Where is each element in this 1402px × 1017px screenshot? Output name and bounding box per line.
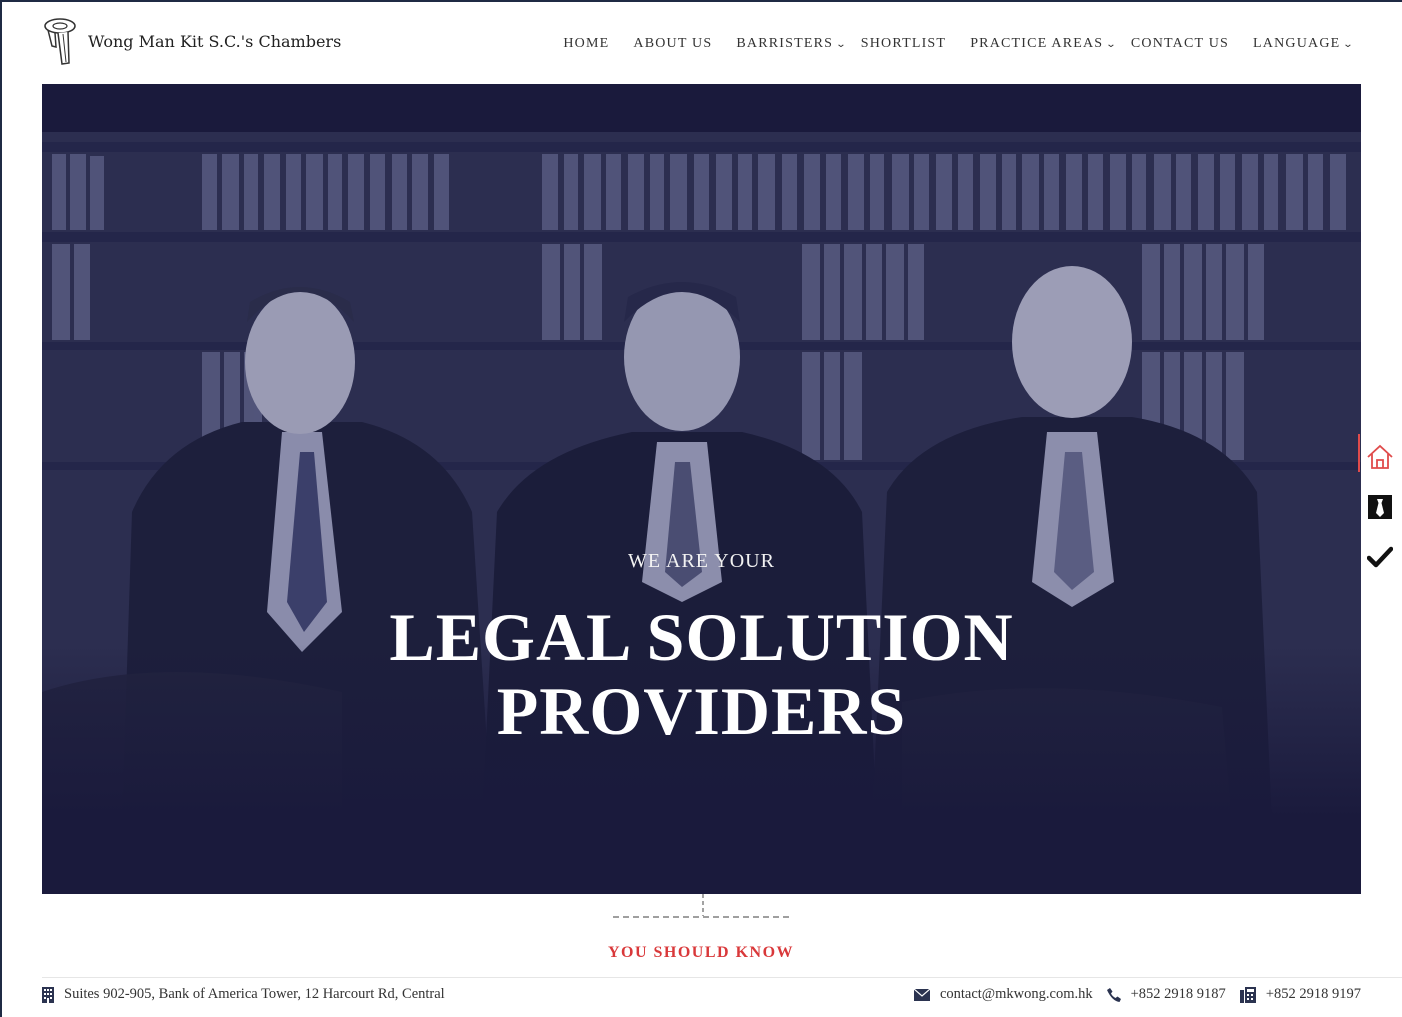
nav-barristers-label: BARRISTERS (736, 36, 834, 51)
envelope-icon (913, 988, 930, 1001)
side-barristers-button[interactable] (1358, 482, 1402, 532)
nav-practice-areas[interactable]: PRACTICE AREAS ⌄ (970, 36, 1117, 52)
nav-contact-us[interactable]: CONTACT US (1131, 36, 1229, 52)
phone-link[interactable]: +852 2918 9187 (1106, 986, 1226, 1003)
nav-practice-areas-label: PRACTICE AREAS (970, 36, 1104, 51)
fax-link[interactable]: +852 2918 9197 (1239, 986, 1361, 1003)
fax-text: +852 2918 9197 (1265, 986, 1361, 1002)
address-text: Suites 902-905, Bank of America Tower, 1… (64, 986, 445, 1002)
side-toolbar (1358, 432, 1402, 582)
phone-text: +852 2918 9187 (1130, 986, 1226, 1002)
hero-title-line-1: LEGAL SOLUTION (389, 599, 1014, 675)
chevron-down-icon: ⌄ (1342, 38, 1356, 50)
contact-details: contact@mkwong.com.hk +852 2918 9187 +85… (900, 986, 1361, 1003)
side-home-button[interactable] (1358, 432, 1402, 482)
nav-contact-us-label: CONTACT US (1130, 36, 1230, 51)
brand-logo-link[interactable]: Wong Man Kit S.C.'s Chambers (42, 16, 341, 68)
hero-banner: WE ARE YOUR LEGAL SOLUTION PROVIDERS (42, 84, 1361, 894)
fax-icon (1239, 986, 1256, 1003)
nav-language[interactable]: LANGUAGE ⌄ (1253, 36, 1354, 52)
hero-title: LEGAL SOLUTION PROVIDERS (42, 600, 1361, 748)
chevron-down-icon: ⌄ (835, 38, 849, 50)
nav-about-us[interactable]: ABOUT US (633, 36, 712, 52)
dashed-divider (613, 894, 789, 918)
address-item: Suites 902-905, Bank of America Tower, 1… (42, 986, 445, 1003)
nav-language-label: LANGUAGE (1253, 36, 1341, 51)
email-text: contact@mkwong.com.hk (939, 986, 1093, 1002)
hero-kicker: WE ARE YOUR (628, 550, 775, 572)
barrister-bands-logo-icon (44, 18, 76, 65)
footer-divider (42, 977, 1402, 978)
tie-icon (1368, 495, 1392, 519)
nav-home-label: HOME (563, 36, 610, 51)
main-nav: HOME ABOUT US BARRISTERS ⌄ SHORTLIST PRAC… (539, 36, 1354, 52)
nav-shortlist[interactable]: SHORTLIST (861, 36, 946, 52)
window-left-border (0, 0, 2, 1017)
chevron-down-icon: ⌄ (1105, 38, 1119, 50)
nav-about-us-label: ABOUT US (633, 36, 713, 51)
phone-icon (1106, 987, 1121, 1002)
section-heading-you-should-know: YOU SHOULD KNOW (607, 944, 795, 961)
hero-title-line-2: PROVIDERS (496, 673, 907, 749)
brand-name: Wong Man Kit S.C.'s Chambers (88, 31, 342, 51)
email-link[interactable]: contact@mkwong.com.hk (913, 986, 1093, 1003)
building-icon (42, 986, 54, 1003)
contact-bar: Suites 902-905, Bank of America Tower, 1… (42, 986, 1361, 1010)
nav-home[interactable]: HOME (563, 36, 609, 52)
check-icon (1367, 546, 1393, 568)
home-icon (1367, 444, 1393, 469)
nav-shortlist-label: SHORTLIST (860, 36, 947, 51)
side-shortlist-button[interactable] (1358, 532, 1402, 582)
window-top-border (0, 0, 1402, 2)
nav-barristers[interactable]: BARRISTERS ⌄ (736, 36, 846, 52)
